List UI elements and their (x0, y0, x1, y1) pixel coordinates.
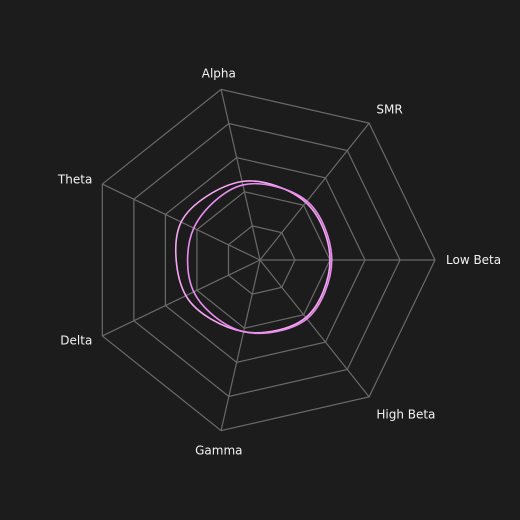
axis-label-gamma: Gamma (195, 443, 242, 457)
axis-label-theta: Theta (57, 173, 92, 187)
axis-label-alpha: Alpha (202, 67, 236, 81)
spoke-delta (102, 259, 261, 337)
axis-label-high-beta: High Beta (376, 408, 435, 422)
grid (101, 88, 436, 432)
axis-label-low-beta: Low Beta (446, 253, 501, 267)
radar-svg: Low Beta High Beta Gamma Delta Theta Alpha SMR (57, 67, 501, 458)
axis-label-smr: SMR (376, 102, 402, 116)
radar-chart: Low Beta High Beta Gamma Delta Theta Alpha SMR (0, 0, 520, 520)
spoke-smr (259, 122, 370, 261)
spoke-gamma (220, 259, 261, 431)
spoke-alpha (220, 89, 261, 261)
spoke-high-beta (259, 259, 370, 398)
axis-label-delta: Delta (60, 333, 92, 347)
